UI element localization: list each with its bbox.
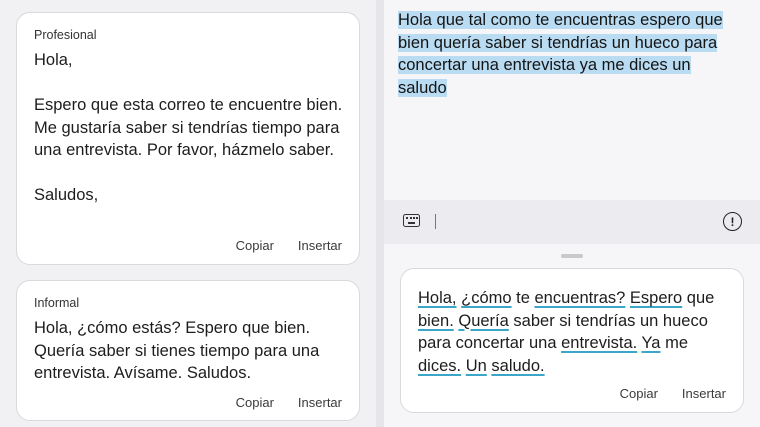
card-actions-informal: Copiar Insertar — [236, 395, 342, 410]
card-actions-correction: Copiar Insertar — [620, 386, 726, 401]
corrected-word[interactable]: bien. — [418, 312, 454, 330]
keyboard-icon[interactable] — [403, 214, 420, 227]
toolbar-separator — [435, 214, 436, 229]
corrected-word[interactable]: saludo. — [491, 357, 544, 375]
insert-button-correction[interactable]: Insertar — [682, 386, 726, 401]
insert-button-informal[interactable]: Insertar — [298, 395, 342, 410]
card-actions-professional: Copiar Insertar — [236, 238, 342, 253]
corrected-word[interactable]: Hola, — [418, 289, 457, 307]
text-segment: me — [660, 334, 688, 352]
corrected-word[interactable]: ¿cómo — [461, 289, 511, 307]
corrected-word[interactable]: Espero — [630, 289, 682, 307]
tone-label-informal: Informal — [34, 296, 80, 310]
correction-card: Hola, ¿cómo te encuentras? Espero que bi… — [400, 268, 744, 413]
copy-button-informal[interactable]: Copiar — [236, 395, 274, 410]
corrected-word[interactable]: Quería — [458, 312, 508, 330]
text-selection-highlight: Hola que tal como te encuentras espero q… — [398, 11, 723, 97]
suggestions-pane: Profesional Hola, Espero que esta correo… — [0, 0, 376, 427]
text-segment: que — [682, 289, 715, 307]
tone-label-professional: Profesional — [34, 28, 97, 42]
info-icon[interactable]: ! — [723, 212, 742, 231]
keyboard-toolbar: ! — [384, 200, 760, 244]
compose-pane: Hola que tal como te encuentras espero q… — [384, 0, 760, 427]
pane-divider — [376, 0, 384, 427]
corrected-word[interactable]: encuentras? — [535, 289, 626, 307]
corrected-word[interactable]: Un — [466, 357, 487, 375]
insert-button-professional[interactable]: Insertar — [298, 238, 342, 253]
suggestion-text-informal: Hola, ¿cómo estás? Espero que bien. Quer… — [34, 319, 320, 382]
text-segment: te — [511, 289, 535, 307]
selected-input-text[interactable]: Hola que tal como te encuentras espero q… — [398, 9, 743, 99]
suggestion-text-professional: Hola, Espero que esta correo te encuentr… — [34, 51, 343, 204]
corrected-word[interactable]: entrevista. — [561, 334, 637, 352]
corrected-word[interactable]: Ya — [642, 334, 661, 352]
suggestion-card-professional: Profesional Hola, Espero que esta correo… — [16, 12, 360, 265]
drag-handle[interactable] — [561, 254, 583, 258]
copy-button-professional[interactable]: Copiar — [236, 238, 274, 253]
corrected-text: Hola, ¿cómo te encuentras? Espero que bi… — [418, 287, 733, 377]
suggestion-card-informal: Informal Hola, ¿cómo estás? Espero que b… — [16, 280, 360, 421]
corrected-word[interactable]: dices. — [418, 357, 461, 375]
copy-button-correction[interactable]: Copiar — [620, 386, 658, 401]
text-input-area[interactable]: Hola que tal como te encuentras espero q… — [384, 0, 760, 200]
